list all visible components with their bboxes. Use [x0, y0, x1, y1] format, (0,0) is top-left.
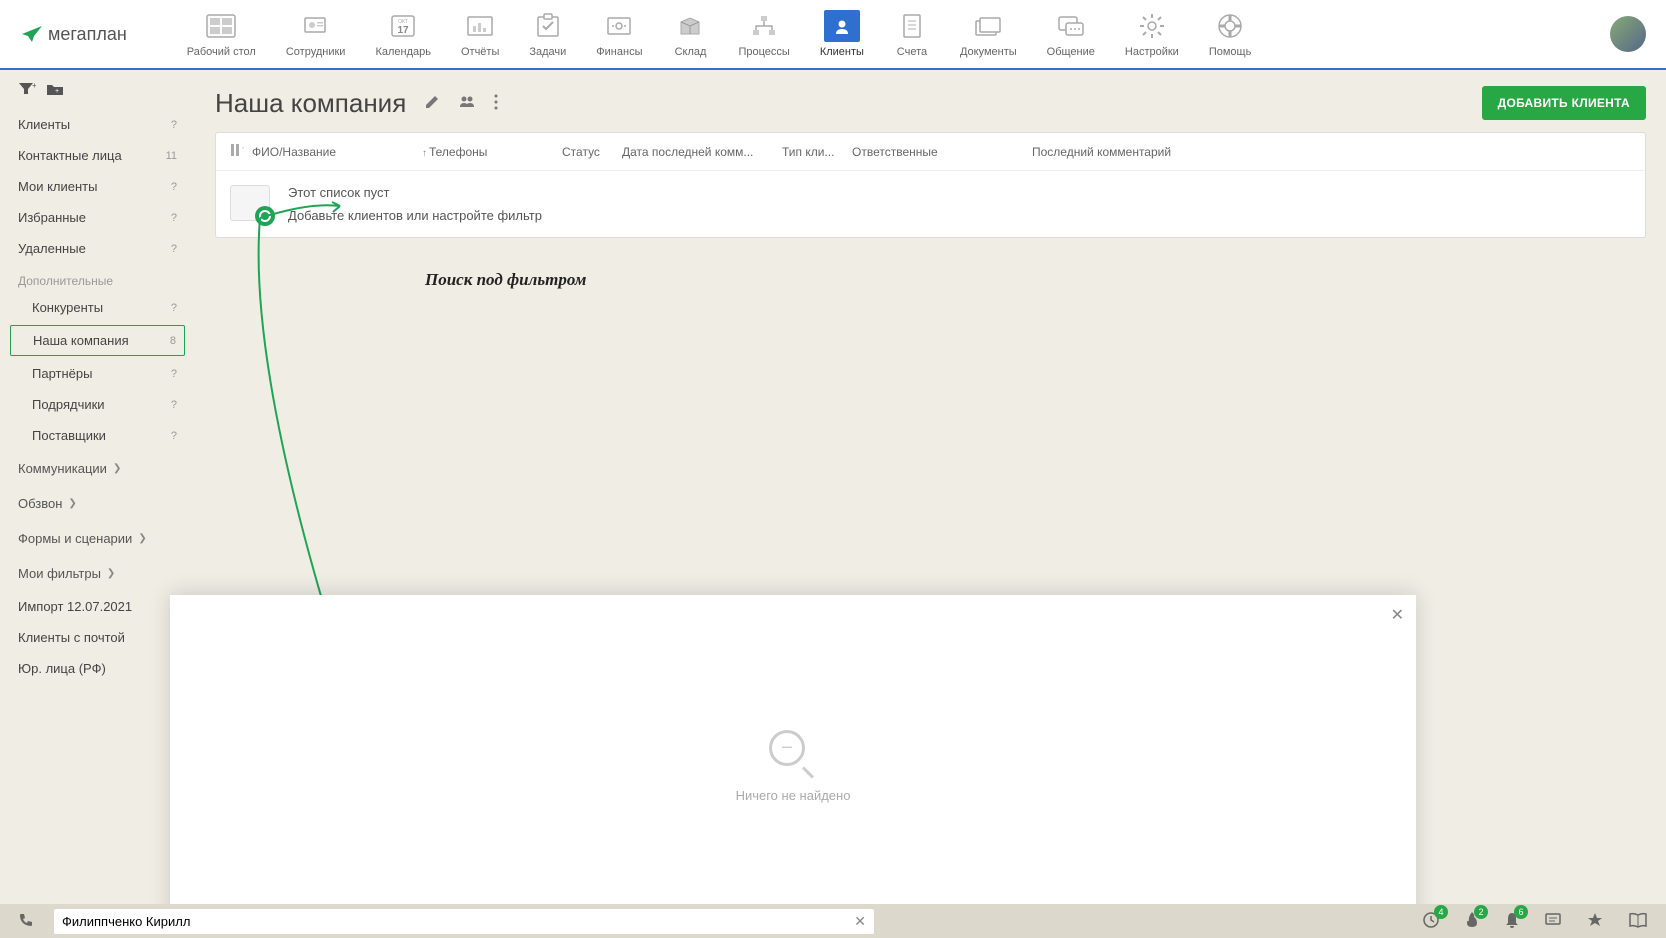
- sidebar-legal[interactable]: Юр. лица (РФ): [0, 653, 195, 684]
- nav-employees[interactable]: Сотрудники: [286, 10, 346, 58]
- col-name[interactable]: ФИО/Название: [252, 145, 422, 159]
- empty-title: Этот список пуст: [288, 185, 542, 200]
- col-lastcomm[interactable]: Дата последней комм...: [622, 145, 782, 159]
- sidebar-my-clients[interactable]: Мои клиенты?: [0, 171, 195, 202]
- sidebar-partners[interactable]: Партнёры?: [0, 358, 195, 389]
- folder-add-icon[interactable]: +: [46, 82, 64, 99]
- fire-icon[interactable]: 2: [1464, 911, 1480, 932]
- nav-processes[interactable]: Процессы: [738, 10, 789, 58]
- col-comment[interactable]: Последний комментарий: [1032, 145, 1631, 159]
- nav-invoices[interactable]: Счета: [894, 10, 930, 58]
- svg-text:+: +: [242, 143, 244, 153]
- nav-clients[interactable]: Клиенты: [820, 10, 864, 58]
- columns-config-icon[interactable]: +: [230, 143, 244, 160]
- book-icon[interactable]: [1628, 912, 1648, 931]
- nav-documents[interactable]: Документы: [960, 10, 1017, 58]
- close-icon[interactable]: ✕: [1391, 605, 1404, 625]
- nav-reports[interactable]: Отчёты: [461, 10, 499, 58]
- logo-text: мегаплан: [48, 24, 127, 45]
- bell-icon[interactable]: 6: [1504, 911, 1520, 932]
- nav-help[interactable]: Помощь: [1209, 10, 1252, 58]
- svg-text:+: +: [55, 88, 59, 95]
- bottom-bar: ✕ !4 2 6: [0, 904, 1666, 938]
- svg-text:+: +: [32, 82, 36, 90]
- chevron-right-icon: ❯: [68, 498, 76, 509]
- sidebar-my-filters[interactable]: Мои фильтры❯: [0, 556, 195, 591]
- col-resp[interactable]: Ответственные: [852, 145, 1032, 159]
- sidebar-our-company[interactable]: Наша компания8: [10, 325, 185, 356]
- sidebar-communications[interactable]: Коммуникации❯: [0, 451, 195, 486]
- clients-table: + ФИО/Название ↑Телефоны Статус Дата пос…: [215, 132, 1646, 238]
- nav-tasks[interactable]: Задачи: [529, 10, 566, 58]
- empty-subtitle: Добавьте клиентов или настройте фильтр: [288, 208, 542, 223]
- search-results-popup: ✕ Ничего не найдено: [170, 595, 1416, 938]
- search-icon: [255, 206, 275, 226]
- add-client-button[interactable]: ДОБАВИТЬ КЛИЕНТА: [1482, 86, 1646, 120]
- col-phone[interactable]: ↑Телефоны: [422, 145, 562, 159]
- sidebar-favorites[interactable]: Избранные?: [0, 202, 195, 233]
- svg-text:17: 17: [398, 25, 410, 36]
- sidebar-clients-email[interactable]: Клиенты с почтой: [0, 622, 195, 653]
- group-icon[interactable]: [458, 94, 476, 113]
- chat-icon[interactable]: [1544, 912, 1562, 931]
- chevron-right-icon: ❯: [107, 568, 115, 579]
- annotation-text: Поиск под фильтром: [425, 270, 586, 290]
- star-icon[interactable]: [1586, 911, 1604, 932]
- nav-finance[interactable]: Финансы: [596, 10, 642, 58]
- nav-bar: Рабочий стол Сотрудники ОКТ17Календарь О…: [187, 10, 1610, 58]
- phone-icon[interactable]: [18, 912, 34, 931]
- page-title: Наша компания: [215, 88, 406, 119]
- nav-desktop[interactable]: Рабочий стол: [187, 10, 256, 58]
- nav-settings[interactable]: Настройки: [1125, 10, 1179, 58]
- edit-icon[interactable]: [424, 94, 440, 113]
- logo[interactable]: мегаплан: [20, 22, 127, 46]
- nav-calendar[interactable]: ОКТ17Календарь: [375, 10, 431, 58]
- top-navigation: мегаплан Рабочий стол Сотрудники ОКТ17Ка…: [0, 0, 1666, 70]
- empty-state: Этот список пуст Добавьте клиентов или н…: [216, 171, 1645, 237]
- no-results-icon: [769, 730, 817, 778]
- sidebar-forms[interactable]: Формы и сценарии❯: [0, 521, 195, 556]
- more-icon[interactable]: [494, 94, 498, 113]
- empty-image: [230, 185, 270, 221]
- sidebar-contractors[interactable]: Подрядчики?: [0, 389, 195, 420]
- col-type[interactable]: Тип кли...: [782, 145, 852, 159]
- clear-icon[interactable]: ✕: [854, 913, 866, 930]
- sidebar-suppliers[interactable]: Поставщики?: [0, 420, 195, 451]
- sidebar-clients[interactable]: Клиенты?: [0, 109, 195, 140]
- user-avatar[interactable]: [1610, 16, 1646, 52]
- col-status[interactable]: Статус: [562, 145, 622, 159]
- sidebar-calling[interactable]: Обзвон❯: [0, 486, 195, 521]
- logo-icon: [20, 22, 44, 46]
- chevron-right-icon: ❯: [113, 463, 121, 474]
- activity-icon[interactable]: !4: [1422, 911, 1440, 932]
- search-bar: ✕: [54, 909, 874, 934]
- sidebar: + + Клиенты? Контактные лица11 Мои клиен…: [0, 70, 195, 928]
- sort-asc-icon: ↑: [422, 148, 427, 159]
- sidebar-contacts[interactable]: Контактные лица11: [0, 140, 195, 171]
- sidebar-import[interactable]: Импорт 12.07.2021: [0, 591, 195, 622]
- sidebar-deleted[interactable]: Удаленные?: [0, 233, 195, 264]
- sidebar-additional-header: Дополнительные: [0, 264, 195, 292]
- nav-warehouse[interactable]: Склад: [672, 10, 708, 58]
- sidebar-competitors[interactable]: Конкуренты?: [0, 292, 195, 323]
- search-input[interactable]: [62, 914, 854, 929]
- filter-add-icon[interactable]: +: [18, 82, 36, 99]
- no-results-text: Ничего не найдено: [736, 788, 851, 803]
- chevron-right-icon: ❯: [138, 533, 146, 544]
- nav-communication[interactable]: Общение: [1047, 10, 1095, 58]
